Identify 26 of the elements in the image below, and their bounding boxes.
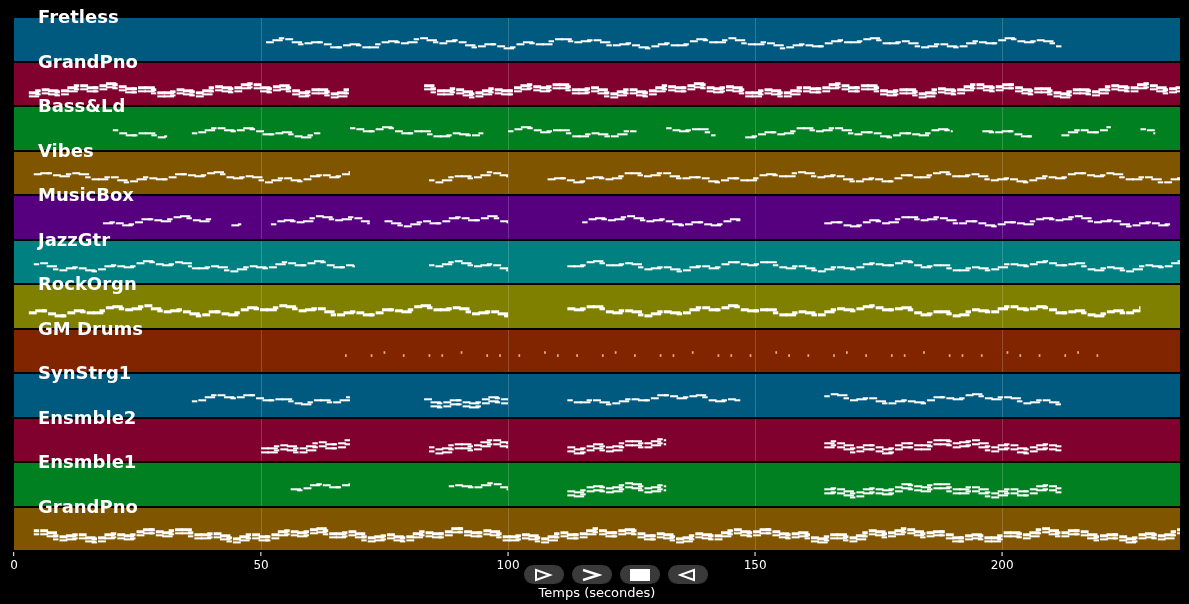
track-name: Vibes	[38, 140, 94, 161]
track-name: GrandPno	[38, 51, 138, 72]
track-name: JazzGtr	[38, 229, 111, 250]
track-name: Bass&Ld	[38, 96, 126, 116]
tick-label: 100	[496, 558, 520, 572]
tick-label: 200	[990, 558, 1014, 572]
track-name: Ensmble2	[38, 407, 137, 428]
forward-button[interactable]	[572, 565, 612, 584]
tick-label: 0	[10, 558, 18, 572]
track-name: SynStrg1	[38, 363, 132, 383]
track-name: Fretless	[38, 7, 119, 27]
stop-icon	[630, 567, 650, 582]
track-name: Ensmble1	[38, 452, 137, 472]
track-name: GrandPno	[38, 496, 138, 517]
track-name: MusicBox	[38, 185, 134, 205]
play-button[interactable]	[524, 565, 564, 584]
reverse-play-icon	[678, 567, 698, 582]
track-name: GM Drums	[38, 318, 144, 339]
axis-label: Temps (secondes)	[538, 585, 656, 600]
reverse-button[interactable]	[668, 565, 708, 584]
stop-button[interactable]	[620, 565, 660, 584]
play-icon	[534, 567, 554, 582]
tick-label: 150	[743, 558, 767, 572]
tick-label: 50	[253, 558, 269, 572]
track-name: RockOrgn	[38, 274, 137, 294]
chevron-right-icon	[582, 567, 602, 582]
